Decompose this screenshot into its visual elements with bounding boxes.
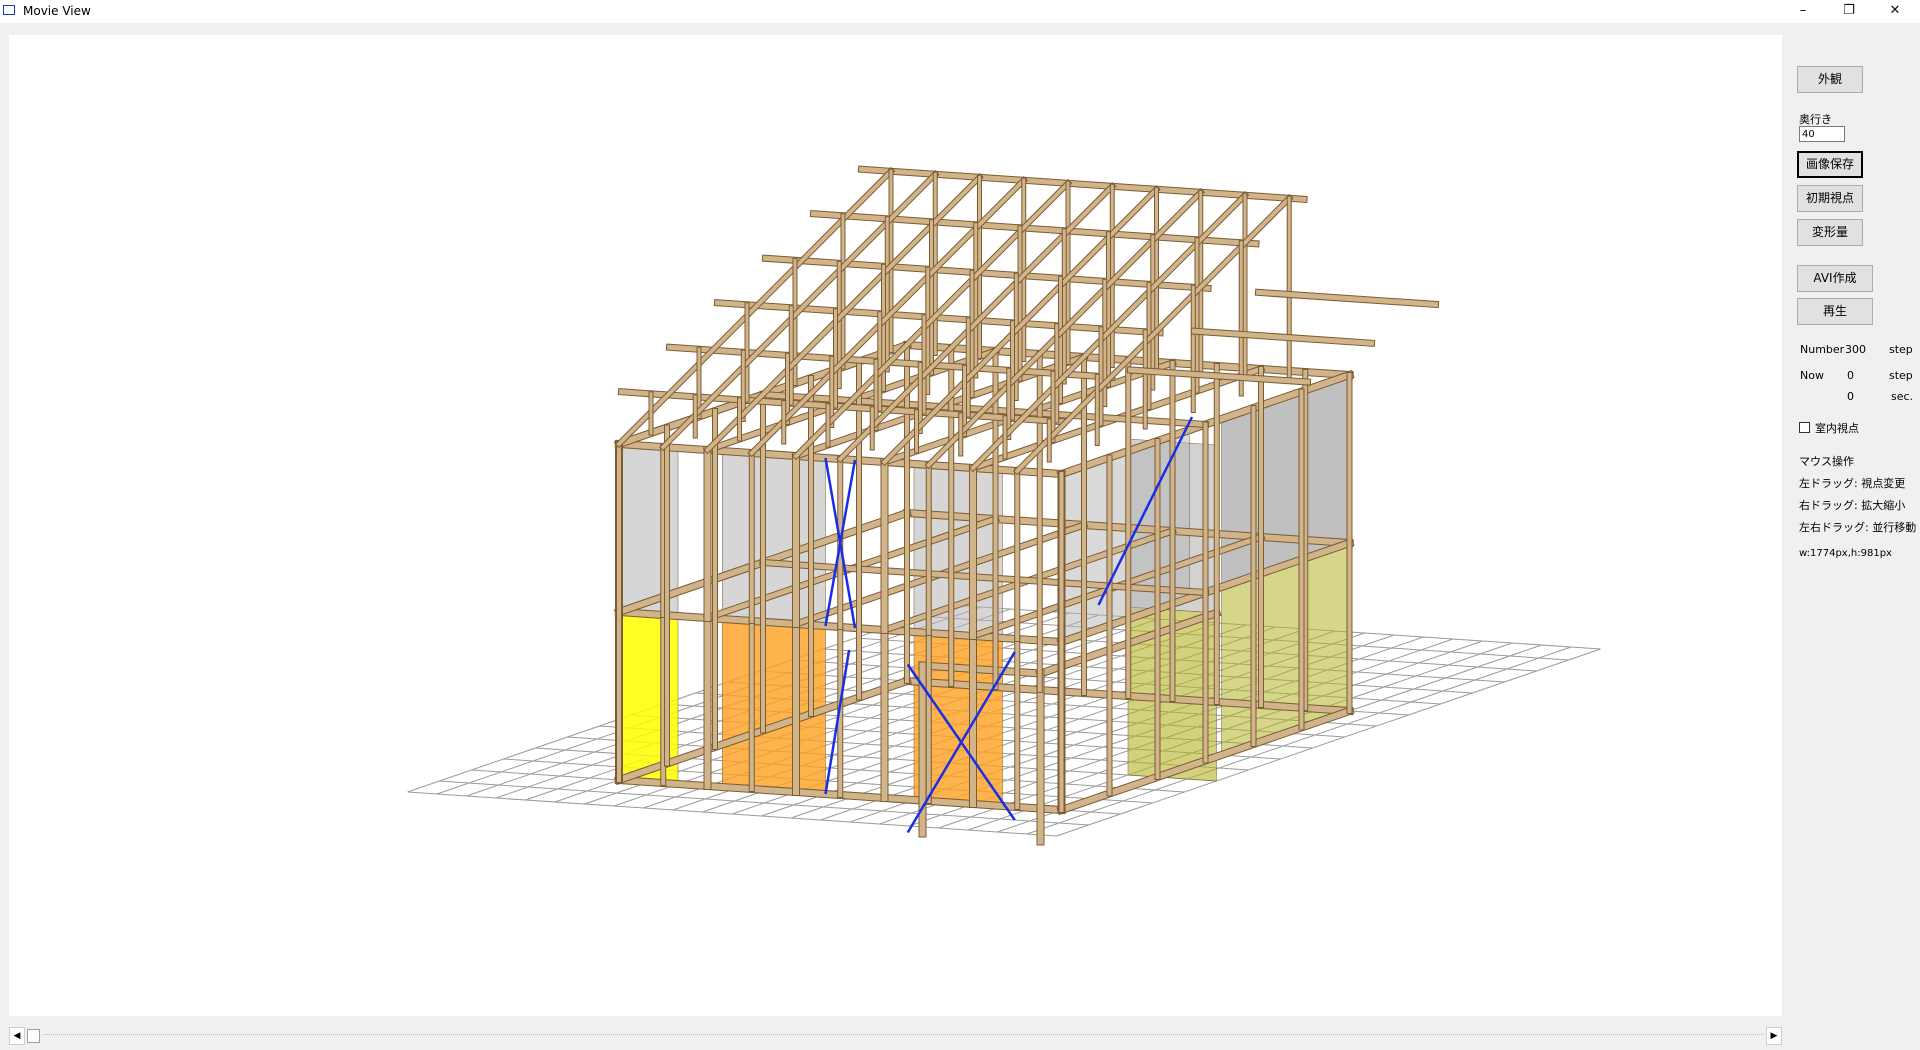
scroll-track[interactable]	[43, 1034, 1764, 1037]
scroll-right-icon[interactable]: ▶	[1766, 1027, 1782, 1045]
house-frame-render[interactable]	[9, 35, 1782, 1016]
save-image-button[interactable]: 画像保存	[1797, 151, 1863, 178]
now-label: Now	[1800, 369, 1824, 382]
mouse-ops-title: マウス操作	[1799, 455, 1854, 468]
number-value: 300	[1845, 343, 1866, 356]
restore-icon[interactable]: ❐	[1826, 0, 1872, 23]
number-unit: step	[1889, 343, 1913, 356]
scroll-left-icon[interactable]: ◀	[9, 1027, 25, 1045]
sec-value: 0	[1847, 390, 1854, 403]
sec-unit: sec.	[1891, 390, 1914, 403]
mouse-left-drag-help: 左ドラッグ: 視点変更	[1799, 477, 1906, 490]
app-window-icon	[3, 5, 15, 15]
exterior-button[interactable]: 外観	[1797, 66, 1863, 93]
scroll-thumb[interactable]	[27, 1029, 40, 1043]
window-title: Movie View	[23, 4, 91, 18]
now-value: 0	[1847, 369, 1854, 382]
purlin	[1255, 289, 1439, 308]
depth-label: 奥行き	[1799, 113, 1832, 126]
purlin	[1191, 328, 1375, 346]
indoor-view-label[interactable]: 室内視点	[1815, 420, 1859, 436]
viewport-size-info: w:1774px,h:981px	[1799, 548, 1892, 559]
control-panel: 外観 奥行き 画像保存 初期視点 変形量 AVI作成 再生 Number 300…	[1785, 23, 1920, 1050]
3d-viewport[interactable]	[9, 35, 1782, 1016]
deformation-button[interactable]: 変形量	[1797, 219, 1863, 246]
mouse-right-drag-help: 右ドラッグ: 拡大縮小	[1799, 499, 1906, 512]
horizontal-scrollbar[interactable]: ◀ ▶	[9, 1026, 1782, 1046]
close-icon[interactable]: ✕	[1872, 0, 1918, 23]
play-button[interactable]: 再生	[1797, 298, 1873, 325]
avi-create-button[interactable]: AVI作成	[1797, 265, 1873, 292]
indoor-view-checkbox[interactable]	[1799, 422, 1810, 433]
depth-input[interactable]	[1799, 126, 1845, 142]
initial-view-button[interactable]: 初期視点	[1797, 185, 1863, 212]
grid-line	[407, 604, 952, 793]
now-unit: step	[1889, 369, 1913, 382]
mouse-both-drag-help: 左右ドラッグ: 並行移動	[1799, 521, 1917, 534]
title-bar: Movie View – ❐ ✕	[0, 0, 1920, 23]
minimize-icon[interactable]: –	[1780, 0, 1826, 23]
number-label: Number	[1800, 343, 1845, 356]
